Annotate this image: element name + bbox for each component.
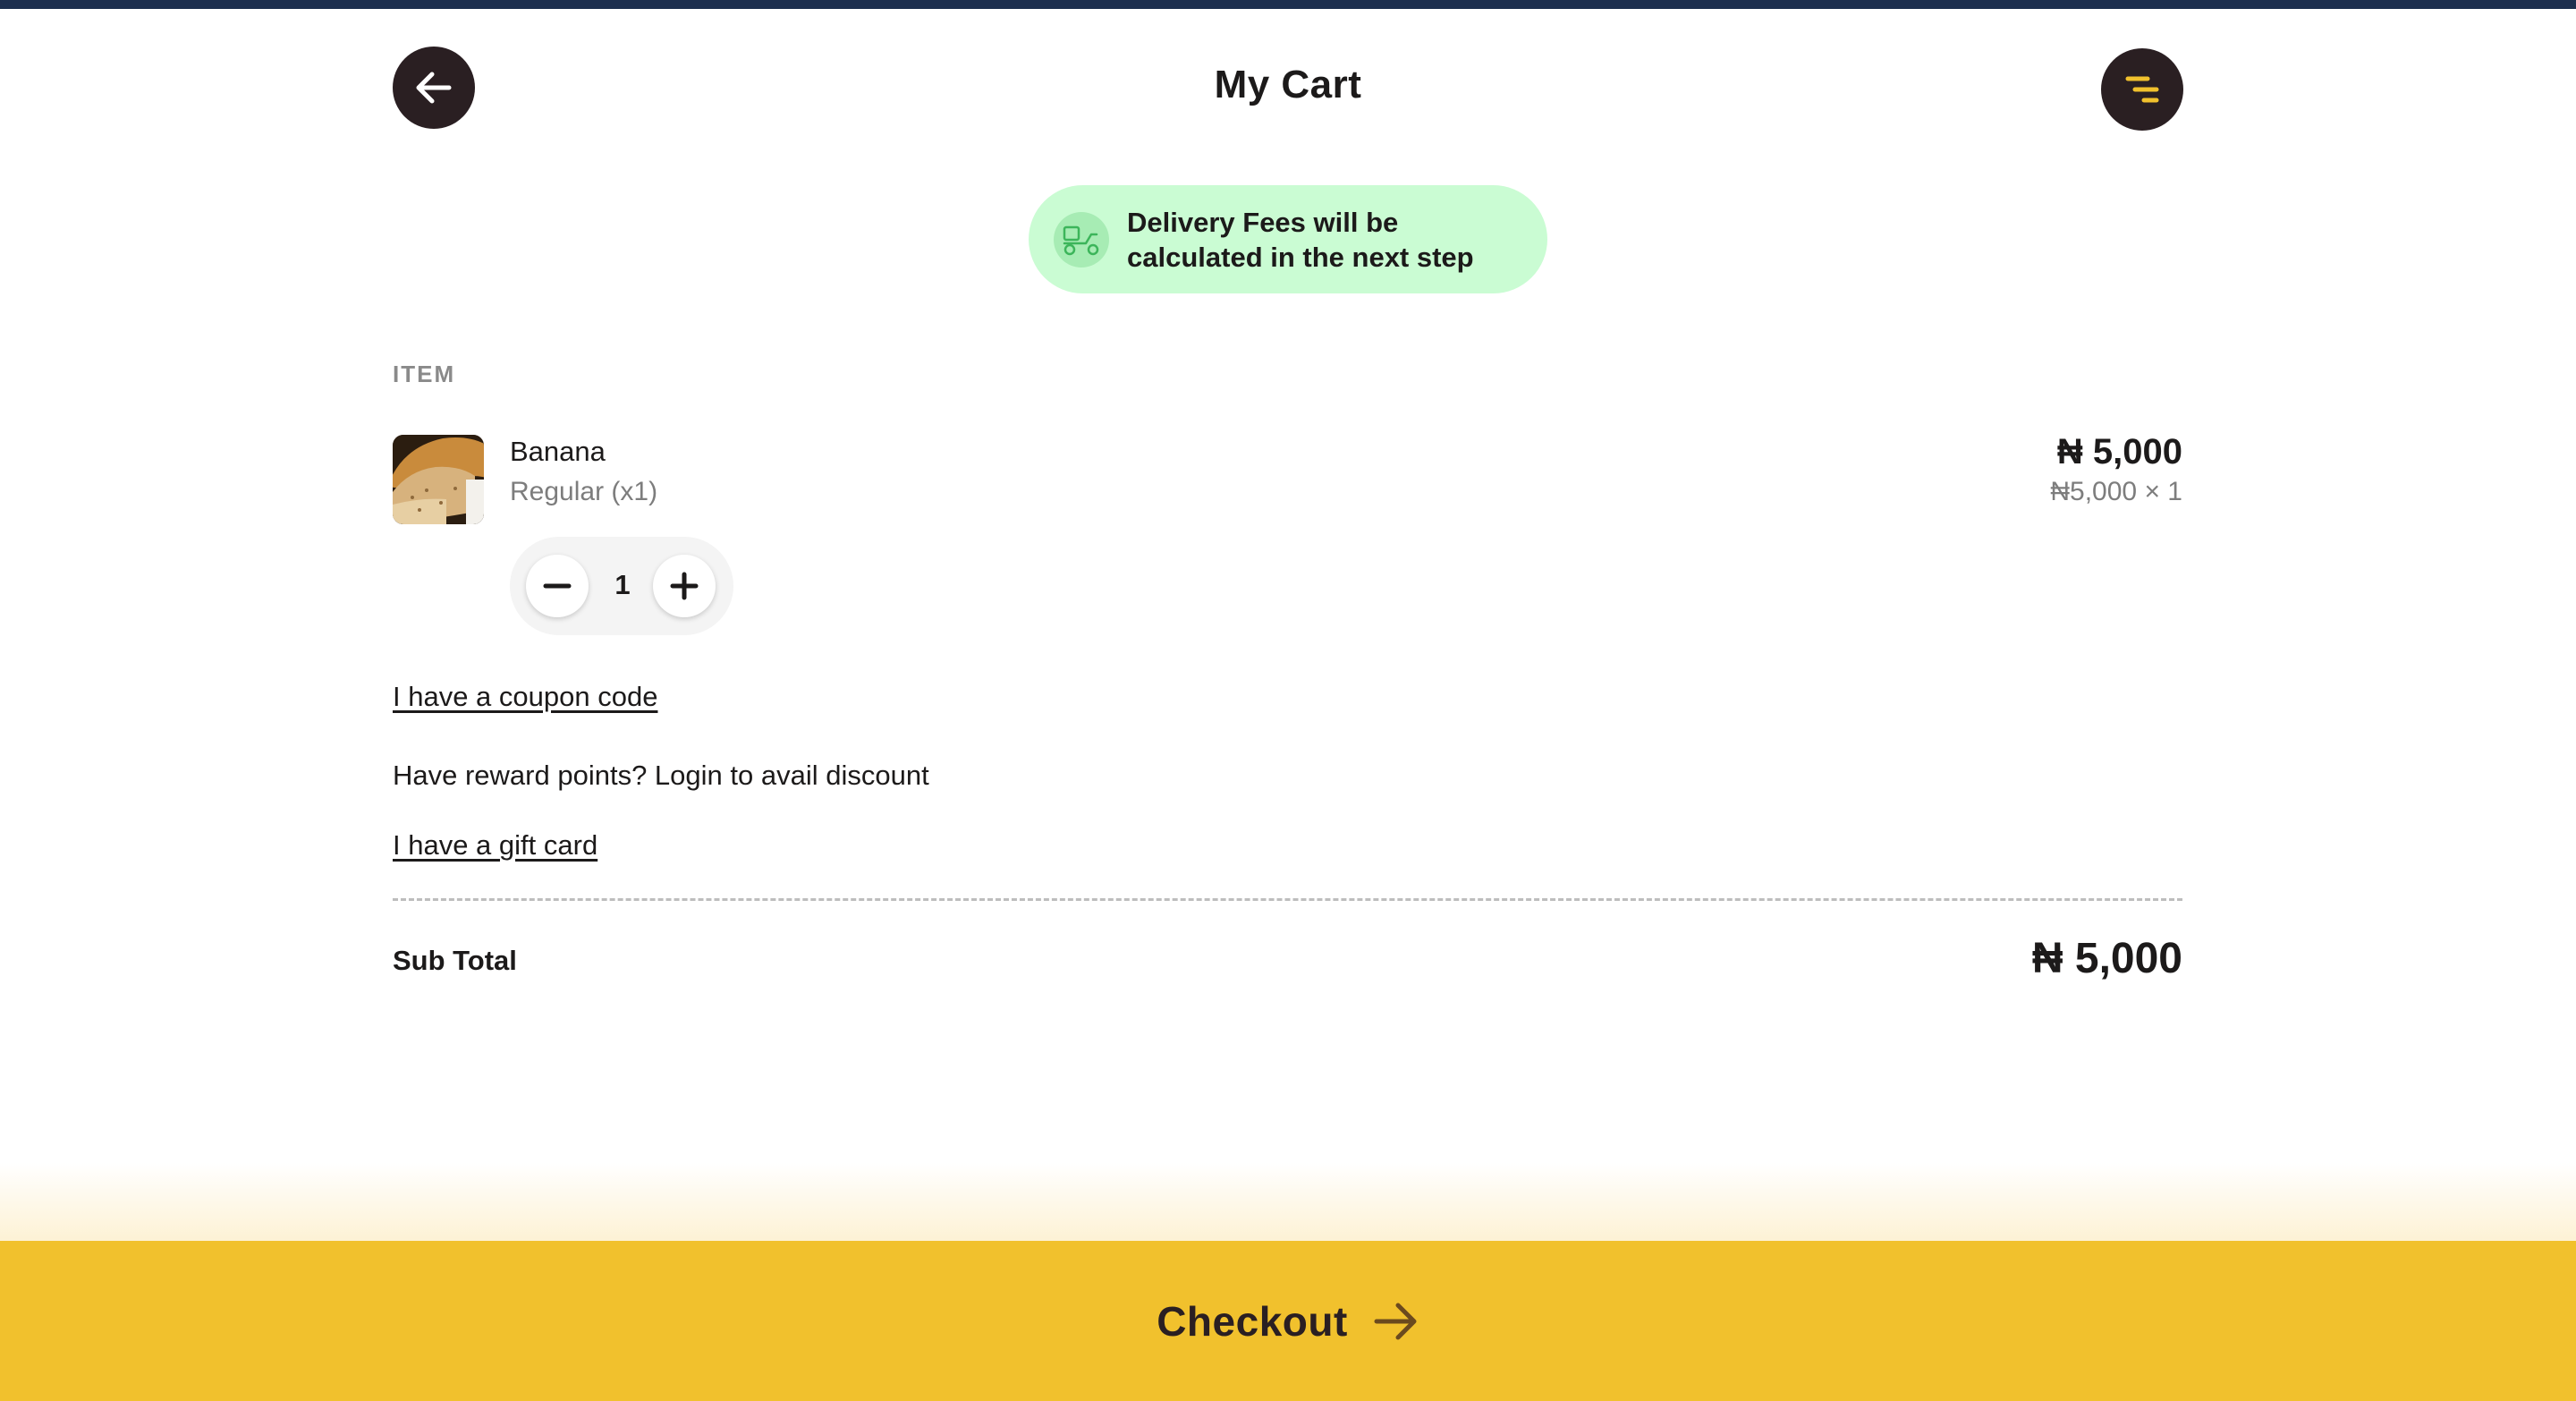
- item-name: Banana: [510, 436, 606, 467]
- quantity-stepper: 1: [510, 537, 733, 635]
- page-title: My Cart: [1214, 63, 1362, 106]
- delivery-scooter-icon: [1054, 212, 1109, 267]
- minus-icon: [543, 583, 572, 589]
- delivery-notice-line2: calculated in the next step: [1127, 242, 1474, 273]
- arrow-right-icon: [1374, 1303, 1417, 1339]
- subtotal-label: Sub Total: [393, 945, 517, 976]
- item-thumbnail: [393, 435, 484, 524]
- coupon-code-link[interactable]: I have a coupon code: [393, 681, 657, 713]
- plus-icon: [670, 572, 699, 600]
- items-section-label: ITEM: [393, 361, 456, 387]
- checkout-label: Checkout: [1157, 1297, 1348, 1345]
- quantity-value: 1: [614, 569, 631, 600]
- delivery-notice-line1: Delivery Fees will be: [1127, 207, 1399, 238]
- gift-card-link[interactable]: I have a gift card: [393, 829, 597, 862]
- checkout-button[interactable]: Checkout: [0, 1241, 2576, 1401]
- checkout-fade: [0, 1163, 2576, 1242]
- delivery-notice: Delivery Fees will be calculated in the …: [1029, 185, 1547, 293]
- summary-divider: [393, 898, 2182, 901]
- menu-button[interactable]: [2101, 48, 2183, 131]
- reward-points-text[interactable]: Have reward points? Login to avail disco…: [393, 760, 929, 792]
- item-unit-price: ₦5,000 × 1: [2050, 477, 2182, 506]
- menu-lines-icon: [2125, 76, 2159, 103]
- item-price: ₦ 5,000: [2056, 432, 2182, 471]
- subtotal-value: ₦ 5,000: [2031, 935, 2182, 982]
- decrease-quantity-button[interactable]: [526, 555, 589, 617]
- delivery-notice-text: Delivery Fees will be calculated in the …: [1127, 205, 1521, 275]
- item-variant: Regular (x1): [510, 477, 658, 506]
- increase-quantity-button[interactable]: [653, 555, 716, 617]
- top-bar: [0, 0, 2576, 9]
